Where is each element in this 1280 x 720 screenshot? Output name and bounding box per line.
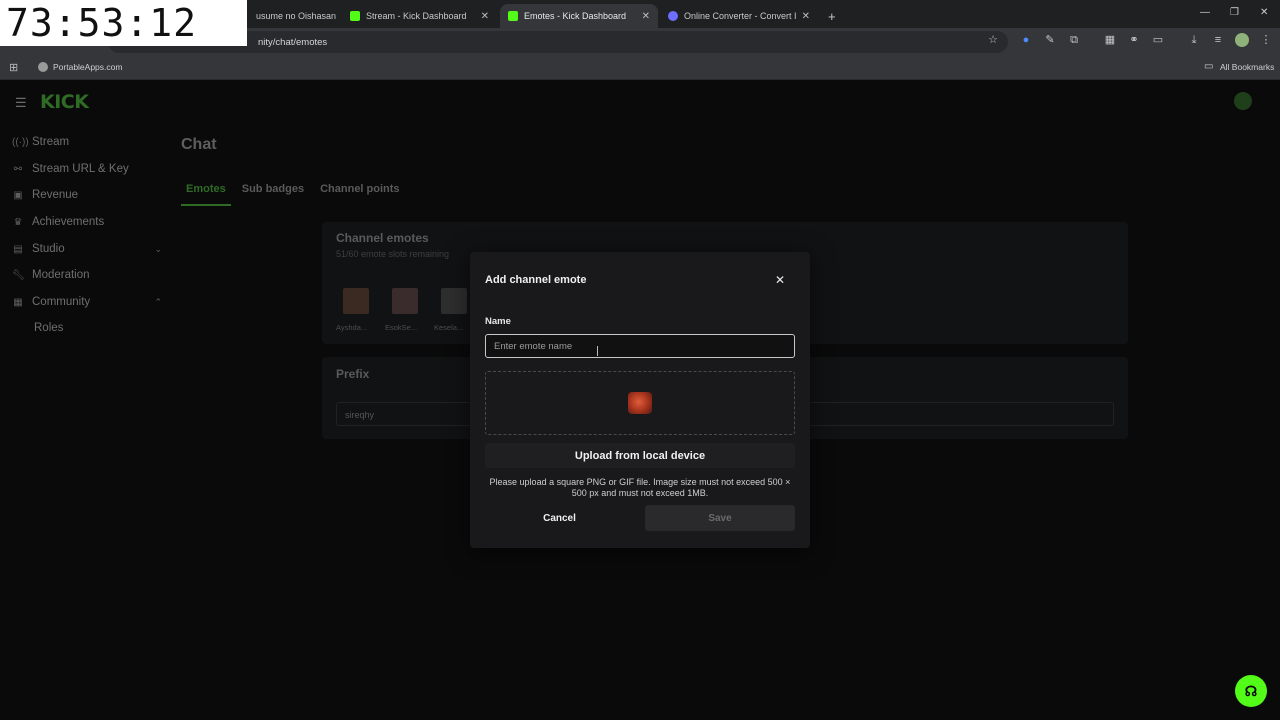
close-tab-icon[interactable]: ✕ [481,11,489,22]
upload-hint: Please upload a square PNG or GIF file. … [489,477,791,498]
sidebar-item-stream-url-key[interactable]: ⚯ Stream URL & Key [12,159,162,179]
hamburger-menu-icon[interactable]: ☰ [15,95,27,111]
sidebar-item-label: Community [32,296,91,308]
broadcast-icon: ((·)) [12,136,29,148]
emote-name: Ayshda... [336,323,368,332]
sidebar-item-achievements[interactable]: ♛ Achievements [12,212,162,232]
apps-grid-icon[interactable]: ⊞ [9,61,18,74]
sidebar-item-revenue[interactable]: ▣ Revenue [12,185,162,205]
tab-title: usume no Oishasan [256,11,337,21]
minimize-icon[interactable]: — [1200,7,1210,18]
emote-name-input[interactable] [485,334,795,358]
star-icon[interactable]: ☆ [986,33,1000,47]
pen-icon[interactable]: ✎ [1043,33,1057,47]
converter-favicon-icon [668,11,678,21]
tab-channel-points[interactable]: Channel points [315,181,404,206]
sidebar-item-label: Roles [34,322,64,334]
link-icon: ⚯ [13,163,23,175]
timer-overlay: 73:53:12 [0,0,247,46]
text-cursor [597,346,599,356]
sidebar-item-roles[interactable]: Roles [34,318,162,338]
emote-name: EsokSe... [385,323,418,332]
headset-icon: ☊ [1244,682,1258,699]
folder-icon: ▭ [1204,61,1214,72]
chevron-up-icon: ⌃ [154,296,162,307]
new-tab-button[interactable]: + [820,4,840,28]
all-bookmarks[interactable]: All Bookmarks [1220,62,1274,72]
portableapps-favicon-icon [38,62,48,72]
prefix-title: Prefix [336,367,370,381]
emote-thumbnail[interactable] [441,288,467,314]
studio-icon: ▤ [13,243,23,255]
tab-title: Online Converter - Convert Ima [684,11,796,21]
emote-thumbnail[interactable] [343,288,369,314]
link-share-icon[interactable]: ⚭ [1127,33,1141,47]
new-tab-label: + [828,8,836,24]
sidebar-item-moderation[interactable]: 🔧︎ Moderation [12,265,162,285]
media-icon[interactable]: ≡ [1211,33,1225,47]
kick-logo[interactable]: KICK [40,91,89,113]
sidebar-item-label: Moderation [32,269,90,281]
upload-button[interactable]: Upload from local device [485,443,795,468]
add-emote-modal: Add channel emote ✕ Name Upload from loc… [470,252,810,548]
emote-thumbnail[interactable] [392,288,418,314]
sidebar-item-label: Revenue [32,189,79,201]
profile-avatar-icon[interactable] [1235,33,1249,47]
bookmark-portableapps[interactable]: PortableApps.com [53,62,122,72]
close-icon[interactable]: ✕ [775,273,785,287]
support-chat-button[interactable]: ☊ [1235,675,1267,707]
kick-favicon-icon [350,11,360,21]
tab-title: Stream - Kick Dashboard [366,11,467,21]
chat-tabs: Emotes Sub badges Channel points [181,181,405,206]
download-icon[interactable]: ⤓ [1187,33,1201,47]
save-button[interactable]: Save [645,505,795,531]
bookmarks-bar: ⊞ PortableApps.com ▭ All Bookmarks [0,56,1280,80]
tab-emotes[interactable]: Emotes [181,181,231,206]
restore-icon[interactable]: ❐ [1230,7,1239,18]
sidebar-item-label: Studio [32,243,65,255]
sidebar-item-community[interactable]: ▦ Community ⌃ [12,292,162,312]
revenue-icon: ▣ [13,189,23,201]
page-title: Chat [181,136,217,153]
close-tab-icon[interactable]: ✕ [642,11,650,22]
apps-icon[interactable]: ▦ [1103,33,1117,47]
user-avatar[interactable] [1234,92,1252,110]
browser-tab[interactable]: usume no Oishasan [248,4,340,28]
puzzle-icon[interactable]: ⧉ [1067,33,1081,47]
sidebar-item-stream[interactable]: ((·)) Stream [12,132,162,152]
url-text: nity/chat/emotes [258,36,328,48]
emote-slots-remaining: 51/60 emote slots remaining [336,249,450,259]
name-label: Name [485,316,511,327]
sidebar-item-studio[interactable]: ▤ Studio ⌄ [12,239,162,259]
more-menu-icon[interactable]: ⋮ [1259,33,1273,47]
tab-title: Emotes - Kick Dashboard [524,11,627,21]
browser-tab[interactable]: Online Converter - Convert Ima ✕ [660,4,818,28]
community-icon: ▦ [13,296,23,308]
close-tab-icon[interactable]: ✕ [802,11,810,22]
extension-blue-icon[interactable]: ● [1019,33,1033,47]
window-close-icon[interactable]: ✕ [1260,7,1268,18]
chevron-down-icon: ⌄ [154,243,162,254]
sidebar-item-label: Achievements [32,216,105,228]
tab-sub-badges[interactable]: Sub badges [237,181,309,206]
sidebar-item-label: Stream [32,136,70,148]
channel-emotes-title: Channel emotes [336,231,429,245]
wrench-icon: 🔧︎ [12,269,25,281]
kick-favicon-icon [508,11,518,21]
emote-dropzone[interactable] [485,371,795,435]
sidebar: ☰ KICK ((·)) Stream ⚯ Stream URL & Key ▣… [0,81,165,720]
sidebar-item-label: Stream URL & Key [32,163,129,175]
emote-preview-image [628,392,652,414]
modal-title: Add channel emote [485,274,587,286]
cancel-button[interactable]: Cancel [485,505,634,531]
browser-tab-active[interactable]: Emotes - Kick Dashboard ✕ [500,4,658,28]
browser-tab[interactable]: Stream - Kick Dashboard ✕ [342,4,497,28]
device-icon[interactable]: ▭ [1151,33,1165,47]
trophy-icon: ♛ [13,216,23,228]
emote-name: Kesela... [434,323,464,332]
